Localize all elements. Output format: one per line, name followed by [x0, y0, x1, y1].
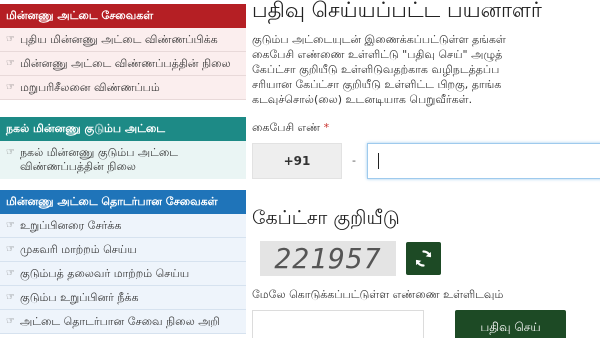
card-related-panel: மின்னணு அட்டை தொடர்பான சேவைகள் ☞ உறுப்பி…: [0, 190, 246, 334]
mobile-input[interactable]: [367, 143, 600, 179]
hand-pointer-icon: ☞: [6, 82, 15, 93]
country-code: +91: [252, 143, 342, 179]
duplicate-card-panel: நகல் மின்னணு குடும்ப அட்டை ☞ நகல் மின்னண…: [0, 117, 246, 179]
instruction-line: குடும்ப அட்டையுடன் இணைக்கப்பட்டுள்ள தங்க…: [252, 33, 506, 46]
sidebar: மின்னணு அட்டை சேவைகள் ☞ புதிய மின்னணு அட…: [0, 0, 246, 338]
refresh-captcha-button[interactable]: [406, 242, 441, 275]
refresh-icon: [415, 250, 432, 267]
sidebar-item-label: மின்னணு அட்டை விண்ணப்பத்தின் நிலை: [20, 57, 231, 70]
captcha-instruction: மேலே கொடுக்கப்பட்டுள்ள எண்ணை உள்ளிடவும்: [252, 288, 504, 301]
captcha-input[interactable]: [252, 310, 424, 338]
sidebar-item-review-application[interactable]: ☞ மறுபரிசீலனை விண்ணப்பம்: [0, 76, 246, 100]
hand-pointer-icon: ☞: [6, 268, 15, 279]
mobile-label: கைபேசி எண் *: [252, 121, 329, 136]
sidebar-item-address-change[interactable]: ☞ முகவரி மாற்றம் செய்ய: [0, 238, 246, 262]
text-caret: [378, 153, 379, 169]
sidebar-item-label: நகல் மின்னணு குடும்ப அட்டை விண்ணப்பத்தின…: [20, 146, 179, 173]
login-form: பதிவு செய்யப்பட்ட பயனாளர் குடும்ப அட்டைய…: [252, 0, 600, 338]
sidebar-item-label: அட்டை தொடர்பான சேவை நிலை அறி: [20, 315, 220, 328]
sidebar-item-label: குடும்ப உறுப்பினர் நீக்க: [20, 291, 139, 304]
hand-pointer-icon: ☞: [6, 244, 15, 255]
sidebar-item-label: முகவரி மாற்றம் செய்ய: [20, 243, 137, 256]
card-services-header: மின்னணு அட்டை சேவைகள்: [0, 4, 246, 28]
sidebar-item-remove-member[interactable]: ☞ குடும்ப உறுப்பினர் நீக்க: [0, 286, 246, 310]
required-mark: *: [323, 121, 330, 134]
sidebar-item-label: புதிய மின்னணு அட்டை விண்ணப்பிக்க: [20, 33, 218, 46]
card-services-panel: மின்னணு அட்டை சேவைகள் ☞ புதிய மின்னணு அட…: [0, 4, 246, 100]
hand-pointer-icon: ☞: [6, 292, 15, 303]
card-related-header: மின்னணு அட்டை தொடர்பான சேவைகள்: [0, 190, 246, 214]
instructions: குடும்ப அட்டையுடன் இணைக்கப்பட்டுள்ள தங்க…: [252, 32, 600, 107]
sidebar-item-head-change[interactable]: ☞ குடும்பத் தலைவர் மாற்றம் செய்ய: [0, 262, 246, 286]
page-title: பதிவு செய்யப்பட்ட பயனாளர்: [252, 0, 542, 22]
sidebar-item-add-member[interactable]: ☞ உறுப்பினரை சேர்க்க: [0, 214, 246, 238]
hand-pointer-icon: ☞: [6, 220, 15, 231]
sidebar-item-new-card[interactable]: ☞ புதிய மின்னணு அட்டை விண்ணப்பிக்க: [0, 28, 246, 52]
sidebar-item-service-status[interactable]: ☞ அட்டை தொடர்பான சேவை நிலை அறி: [0, 310, 246, 334]
hand-pointer-icon: ☞: [6, 147, 15, 158]
sidebar-item-label: குடும்பத் தலைவர் மாற்றம் செய்ய: [20, 267, 190, 280]
mobile-label-text: கைபேசி எண்: [252, 121, 321, 134]
sidebar-item-label: உறுப்பினரை சேர்க்க: [20, 219, 122, 232]
duplicate-card-header: நகல் மின்னணு குடும்ப அட்டை: [0, 117, 246, 141]
instruction-line: சரியான கேப்ட்சா குறியீடு உள்ளிட்ட பிறகு,…: [252, 78, 502, 91]
captcha-image: 221957: [260, 241, 396, 276]
hand-pointer-icon: ☞: [6, 58, 15, 69]
sidebar-item-label: மறுபரிசீலனை விண்ணப்பம்: [20, 81, 160, 94]
hand-pointer-icon: ☞: [6, 316, 15, 327]
instruction-line: கேப்ட்சா குறியீடு உள்ளிடுவதற்காக வழிநடத்…: [252, 63, 500, 76]
captcha-title: கேப்ட்சா குறியீடு: [252, 207, 400, 229]
hand-pointer-icon: ☞: [6, 34, 15, 45]
separator-dash: -: [352, 154, 356, 167]
sidebar-item-duplicate-status[interactable]: ☞ நகல் மின்னணு குடும்ப அட்டை விண்ணப்பத்த…: [0, 141, 246, 179]
sidebar-item-application-status[interactable]: ☞ மின்னணு அட்டை விண்ணப்பத்தின் நிலை: [0, 52, 246, 76]
instruction-line: கடவுச்சொல்(லை) உடனடியாக பெறுவீர்கள்.: [252, 93, 473, 106]
instruction-line: கைபேசி எண்ணை உள்ளிட்டு "பதிவு செய்" அழுத…: [252, 48, 503, 61]
register-button[interactable]: பதிவு செய்: [455, 310, 566, 338]
